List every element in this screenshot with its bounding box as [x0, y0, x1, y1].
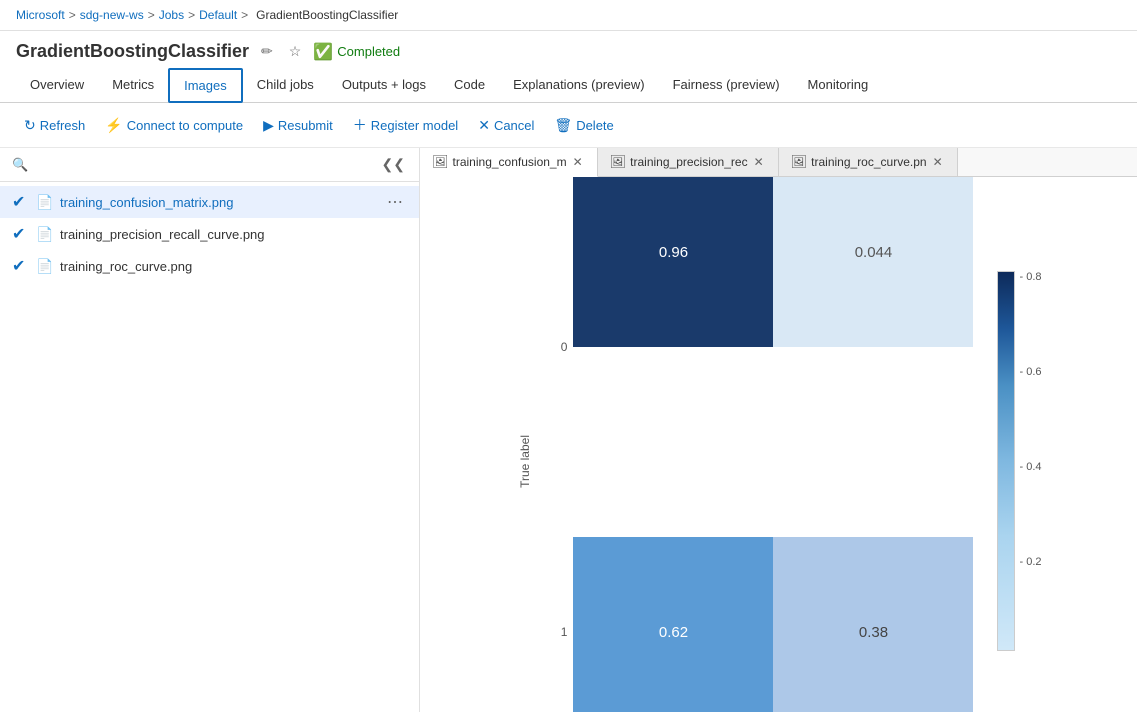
status-text: Completed [337, 44, 400, 59]
image-tabs: 🖼 training_confusion_m ✕ 🖼 training_prec… [420, 148, 1137, 177]
row-label-1: 1 [543, 625, 573, 639]
colorbar-label-top: - 0.8 [1019, 271, 1041, 283]
colorbar [997, 271, 1015, 651]
y-axis-label: True label [518, 435, 532, 488]
left-panel: 🔍 ❮❮ ✔ 📄 training_confusion_matrix.png ⋯… [0, 148, 420, 712]
matrix-row-0: 0 0.96 0.044 [543, 177, 973, 537]
breadcrumb-current: GradientBoostingClassifier [256, 8, 398, 22]
trash-icon: 🗑 [554, 117, 572, 134]
cancel-button[interactable]: ✕ Cancel [470, 113, 542, 138]
breadcrumb-workspace[interactable]: sdg-new-ws [80, 8, 144, 22]
resubmit-icon: ▶ [263, 117, 274, 134]
image-tab-close-1[interactable]: ✕ [571, 155, 585, 169]
file-icon-3: 📄 [36, 258, 54, 275]
collapse-button[interactable]: ❮❮ [380, 154, 407, 175]
search-icon: 🔍 [12, 157, 28, 173]
breadcrumb: Microsoft > sdg-new-ws > Jobs > Default … [0, 0, 1137, 31]
check-icon-3: ✔ [12, 256, 30, 276]
image-tab-close-3[interactable]: ✕ [931, 155, 945, 169]
image-tab-label-3: training_roc_curve.pn [811, 155, 926, 169]
matrix-grid: 0.96 0.044 [573, 177, 973, 537]
file-name-precision-recall: training_precision_recall_curve.png [60, 227, 377, 242]
chart-area: Normalized confusion matrix True label 0… [420, 177, 1137, 712]
image-tab-label-1: training_confusion_m [453, 155, 567, 169]
edit-icon: ✏ [261, 43, 273, 59]
confusion-matrix-container: Normalized confusion matrix True label 0… [515, 177, 1041, 712]
check-icon-2: ✔ [12, 224, 30, 244]
cancel-icon: ✕ [478, 117, 490, 134]
image-tab-precision-recall[interactable]: 🖼 training_precision_rec ✕ [598, 148, 779, 176]
cell-1-0: 0.62 [573, 537, 773, 712]
file-name-roc-curve: training_roc_curve.png [60, 259, 377, 274]
search-input[interactable] [36, 157, 371, 172]
connect-compute-button[interactable]: ⚡ Connect to compute [97, 113, 251, 138]
more-options-button[interactable]: ⋯ [383, 192, 407, 212]
matrix-and-axes: 0 0.96 0.044 1 0.62 0.38 [543, 177, 973, 712]
tab-outputs-logs[interactable]: Outputs + logs [328, 69, 440, 102]
check-circle-icon: ✅ [313, 42, 333, 62]
toolbar: ↻ Refresh ⚡ Connect to compute ▶ Resubmi… [0, 103, 1137, 148]
file-icon-2: 📄 [36, 226, 54, 243]
search-bar: 🔍 ❮❮ [0, 148, 419, 182]
check-icon: ✔ [12, 192, 30, 212]
y-axis-label-container: True label [515, 435, 535, 488]
breadcrumb-jobs[interactable]: Jobs [159, 8, 184, 22]
tab-images[interactable]: Images [168, 68, 243, 103]
tab-monitoring[interactable]: Monitoring [794, 69, 883, 102]
cell-1-1: 0.38 [773, 537, 973, 712]
image-tab-icon-3: 🖼 [791, 154, 808, 170]
image-tab-icon-2: 🖼 [610, 154, 627, 170]
file-name-confusion-matrix: training_confusion_matrix.png [60, 195, 377, 210]
star-button[interactable]: ☆ [285, 41, 306, 62]
tabs-bar: Overview Metrics Images Child jobs Outpu… [0, 68, 1137, 103]
main-content: 🔍 ❮❮ ✔ 📄 training_confusion_matrix.png ⋯… [0, 148, 1137, 712]
tab-explanations[interactable]: Explanations (preview) [499, 69, 659, 102]
file-item-confusion-matrix[interactable]: ✔ 📄 training_confusion_matrix.png ⋯ [0, 186, 419, 218]
image-tab-label-2: training_precision_rec [630, 155, 747, 169]
page-header: GradientBoostingClassifier ✏ ☆ ✅ Complet… [0, 31, 1137, 68]
image-tab-roc-curve[interactable]: 🖼 training_roc_curve.pn ✕ [779, 148, 958, 176]
file-item-roc-curve[interactable]: ✔ 📄 training_roc_curve.png ⋯ [0, 250, 419, 282]
tab-overview[interactable]: Overview [16, 69, 98, 102]
plus-icon: ＋ [353, 115, 367, 135]
right-panel: 🖼 training_confusion_m ✕ 🖼 training_prec… [420, 148, 1137, 712]
edit-button[interactable]: ✏ [257, 41, 277, 62]
status-badge: ✅ Completed [313, 42, 400, 62]
tab-metrics[interactable]: Metrics [98, 69, 168, 102]
colorbar-label-2: - 0.6 [1019, 366, 1041, 378]
resubmit-button[interactable]: ▶ Resubmit [255, 113, 341, 138]
matrix-row-1: 1 0.62 0.38 [543, 537, 973, 712]
row-label-0: 0 [543, 340, 573, 354]
file-list: ✔ 📄 training_confusion_matrix.png ⋯ ✔ 📄 … [0, 182, 419, 712]
image-tab-icon-1: 🖼 [432, 154, 449, 170]
colorbar-label-3: - 0.4 [1019, 461, 1041, 473]
image-tab-confusion-matrix[interactable]: 🖼 training_confusion_m ✕ [420, 148, 598, 177]
image-tab-close-2[interactable]: ✕ [752, 155, 766, 169]
delete-button[interactable]: 🗑 Delete [546, 113, 621, 138]
refresh-button[interactable]: ↻ Refresh [16, 113, 93, 138]
breadcrumb-default[interactable]: Default [199, 8, 237, 22]
chevron-left-icon: ❮❮ [382, 156, 405, 172]
file-item-precision-recall[interactable]: ✔ 📄 training_precision_recall_curve.png … [0, 218, 419, 250]
register-model-button[interactable]: ＋ Register model [345, 111, 466, 139]
cell-0-0: 0.96 [573, 177, 773, 347]
star-icon: ☆ [289, 43, 302, 59]
cell-0-1: 0.044 [773, 177, 973, 347]
breadcrumb-microsoft[interactable]: Microsoft [16, 8, 65, 22]
matrix-wrapper: True label 0 0.96 0.044 1 [515, 177, 1041, 712]
colorbar-label-4: - 0.2 [1019, 556, 1041, 568]
connect-icon: ⚡ [105, 117, 122, 134]
refresh-icon: ↻ [24, 117, 36, 134]
tab-fairness[interactable]: Fairness (preview) [659, 69, 794, 102]
tab-child-jobs[interactable]: Child jobs [243, 69, 328, 102]
page-title: GradientBoostingClassifier [16, 41, 249, 62]
file-icon: 📄 [36, 194, 54, 211]
tab-code[interactable]: Code [440, 69, 499, 102]
